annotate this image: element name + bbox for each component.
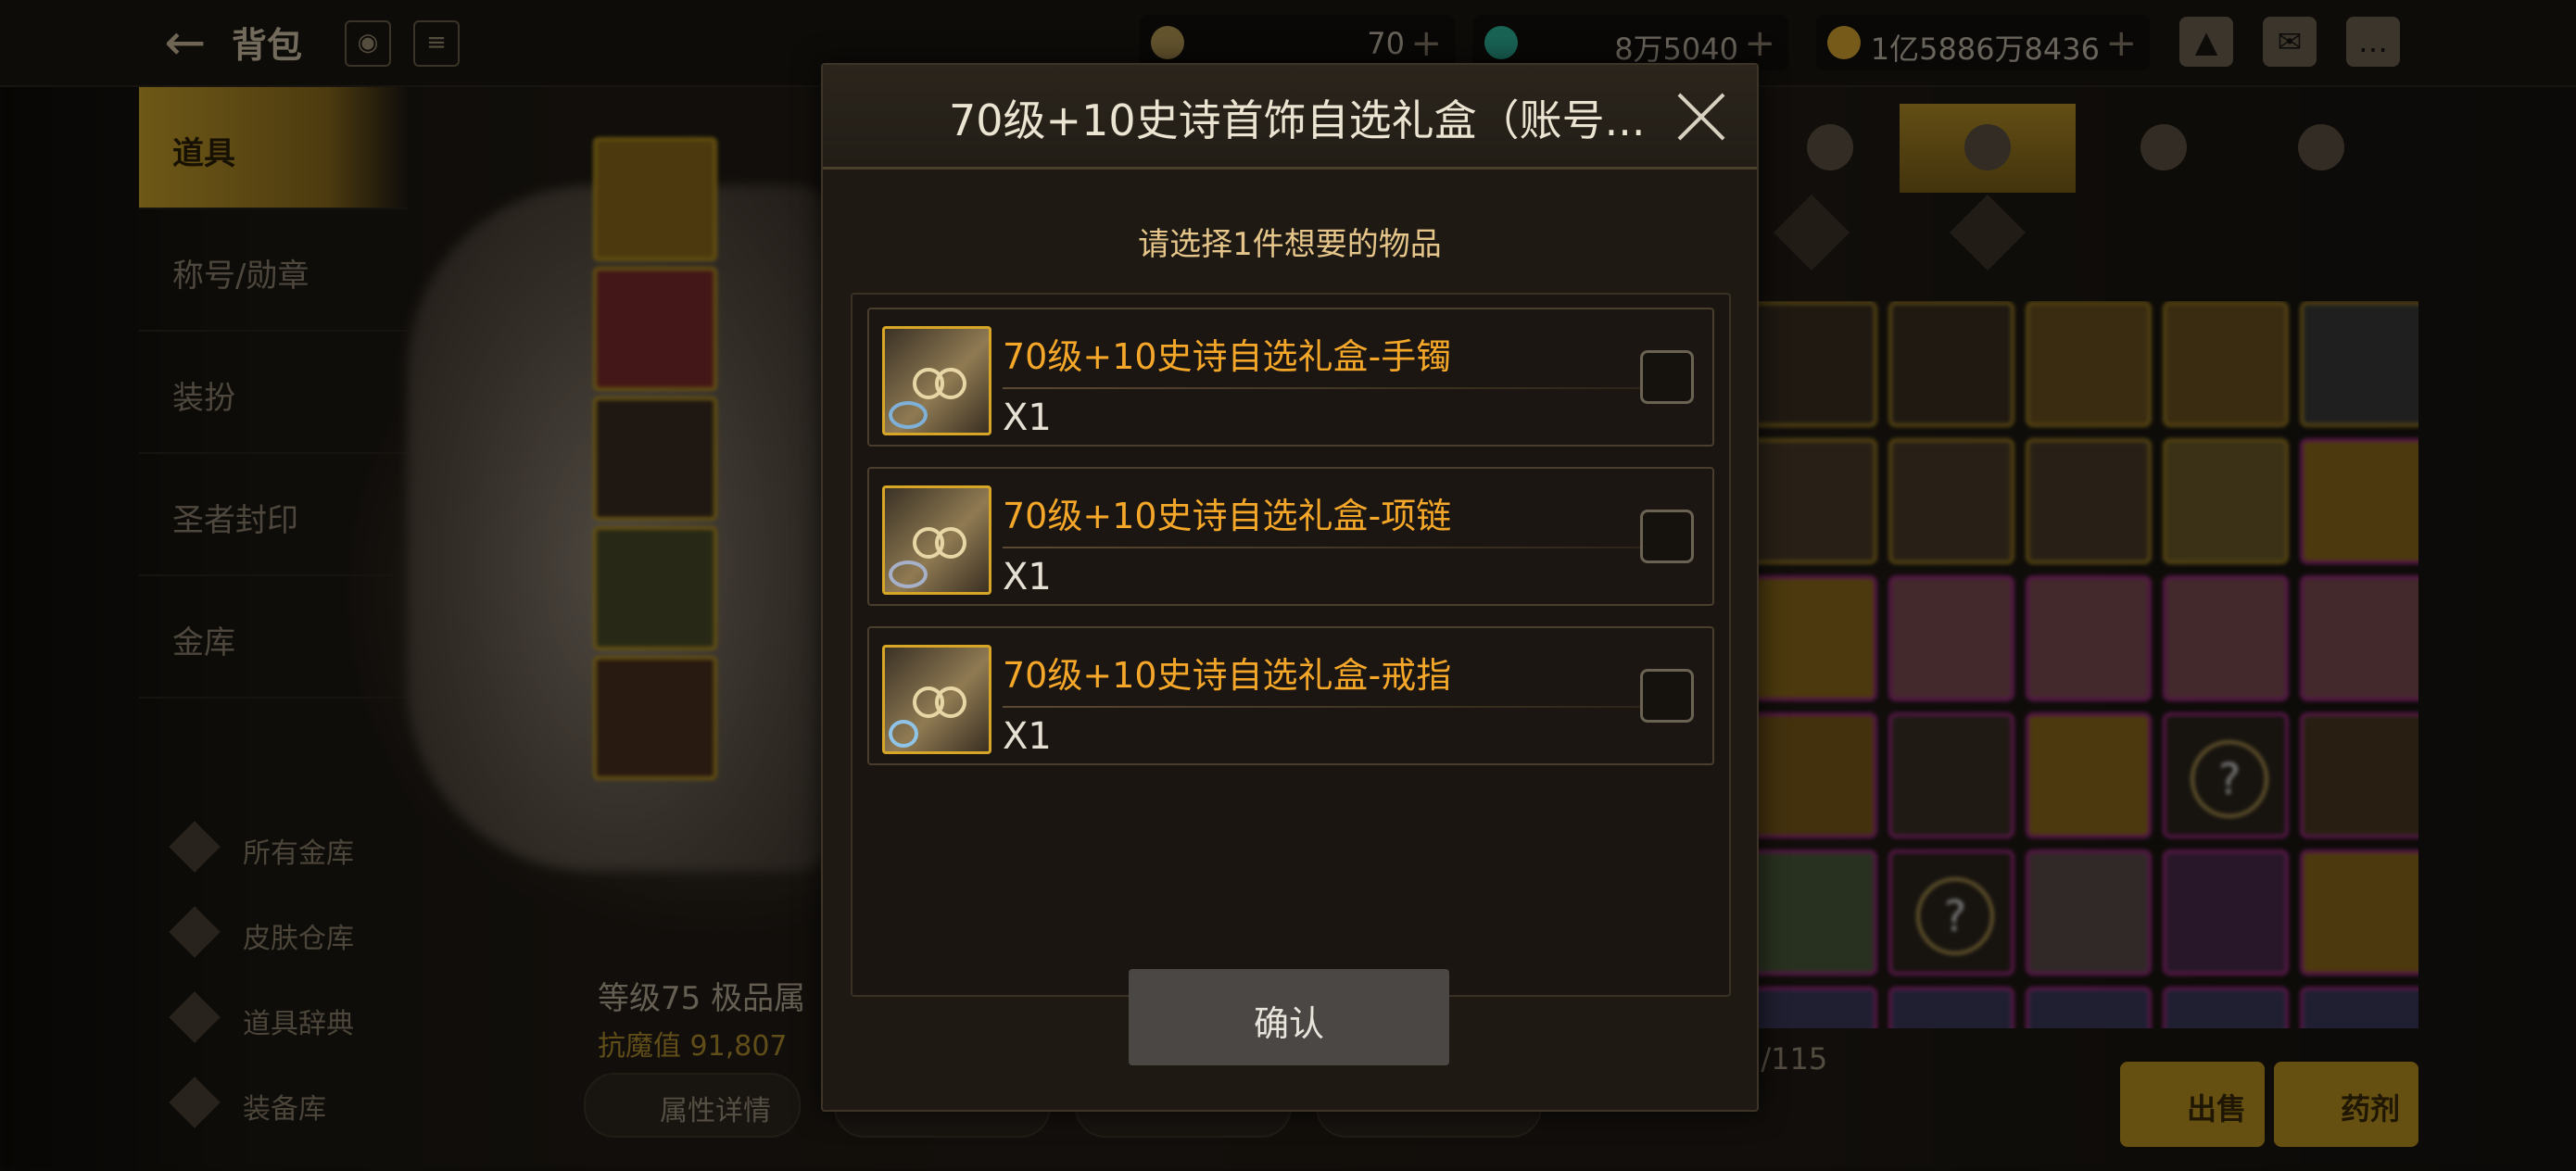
gift-box-select-dialog: 70级+10史诗首饰自选礼盒（账号... 请选择1件想要的物品 70级+10史诗… [821, 63, 1759, 1112]
ring-icon [935, 368, 966, 399]
option-necklace[interactable]: 70级+10史诗自选礼盒-项链 X1 [867, 467, 1714, 606]
dialog-header: 70级+10史诗首饰自选礼盒（账号... [823, 65, 1757, 170]
divider [1003, 706, 1688, 708]
option-checkbox[interactable] [1640, 350, 1694, 404]
option-name: 70级+10史诗自选礼盒-项链 [1003, 496, 1452, 536]
option-ring[interactable]: 70级+10史诗自选礼盒-戒指 X1 [867, 626, 1714, 765]
option-list: 70级+10史诗自选礼盒-手镯 X1 70级+10史诗自选礼盒-项链 X1 70… [851, 293, 1731, 997]
ring-gem-icon [889, 720, 918, 748]
dialog-subtitle: 请选择1件想要的物品 [1138, 226, 1442, 263]
option-checkbox[interactable] [1640, 669, 1694, 723]
option-quantity: X1 [1003, 397, 1052, 439]
option-quantity: X1 [1003, 715, 1052, 758]
dialog-title: 70级+10史诗首饰自选礼盒（账号... [949, 95, 1646, 145]
necklace-box-icon [882, 485, 991, 595]
confirm-button[interactable]: 确认 [1129, 969, 1449, 1065]
option-bracelet[interactable]: 70级+10史诗自选礼盒-手镯 X1 [867, 308, 1714, 447]
confirm-label: 确认 [1253, 1003, 1324, 1044]
bracelet-box-icon [882, 326, 991, 435]
option-checkbox[interactable] [1640, 510, 1694, 563]
ring-box-icon [882, 645, 991, 754]
ring-icon [935, 527, 966, 559]
divider [1003, 547, 1688, 548]
ring-icon [935, 686, 966, 718]
option-name: 70级+10史诗自选礼盒-戒指 [1003, 655, 1452, 696]
bracelet-icon [889, 401, 928, 429]
option-name: 70级+10史诗自选礼盒-手镯 [1003, 336, 1452, 377]
close-icon[interactable] [1673, 89, 1729, 145]
option-quantity: X1 [1003, 556, 1052, 598]
divider [1003, 387, 1688, 389]
necklace-icon [889, 560, 928, 588]
